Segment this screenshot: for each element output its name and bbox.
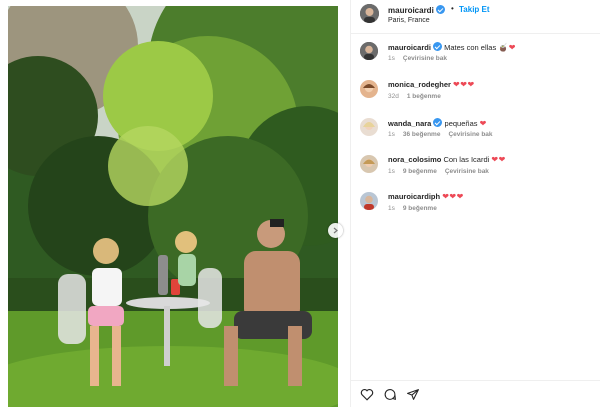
translate-link[interactable]: Çevirisine bak [445, 168, 489, 175]
verified-badge-icon [433, 42, 443, 51]
avatar-image [360, 118, 378, 136]
comment-meta: 32d 1 beğenme [388, 93, 449, 100]
speech-bubble-icon[interactable] [383, 388, 397, 401]
comment-time[interactable]: 1s [388, 55, 395, 62]
comment-avatar[interactable] [360, 42, 378, 60]
follow-button[interactable]: Takip Et [459, 5, 490, 14]
avatar-image [360, 4, 379, 23]
comment-item: monica_rodegher ❤❤❤ 32d 1 beğenme [351, 80, 600, 104]
comment-text: monica_rodegher ❤❤❤ [388, 80, 475, 89]
comment-text: mauroicardiph ❤❤❤ [388, 192, 464, 201]
post-photo[interactable] [8, 6, 338, 407]
comment-meta: 1s 9 beğenme Çevirisine bak [388, 168, 497, 175]
heart-outline-icon[interactable] [360, 388, 374, 401]
comment-time[interactable]: 1s [388, 131, 395, 138]
comment-text: wanda_nara pequeñas ❤ [388, 118, 487, 128]
avatar-image [360, 42, 378, 60]
comment-emoji: ❤❤❤ [453, 80, 475, 89]
comment-avatar[interactable] [360, 80, 378, 98]
post-photo-illustration [8, 6, 338, 407]
comment-emoji: ❤ [479, 119, 487, 128]
comment-emoji: ❤❤❤ [442, 192, 464, 201]
comment-item: mauroicardiph ❤❤❤ 1s 9 beğenme [351, 192, 600, 216]
comment-likes[interactable]: 9 beğenme [403, 168, 437, 175]
avatar-image [360, 192, 378, 210]
comment-username[interactable]: monica_rodegher [388, 80, 451, 89]
comment-meta: 1s 9 beğenme [388, 205, 445, 212]
comment-username[interactable]: wanda_nara [388, 119, 431, 128]
comment-username[interactable]: mauroicardi [388, 43, 431, 52]
comment-time[interactable]: 32d [388, 93, 399, 100]
post-location[interactable]: Paris, France [388, 17, 430, 24]
avatar-image [360, 155, 378, 173]
comment-username[interactable]: nora_colosimo [388, 155, 441, 164]
comment-emoji: ❤❤ [491, 155, 506, 164]
paper-plane-icon[interactable] [406, 388, 420, 401]
next-photo-button[interactable] [328, 223, 343, 238]
comment-time[interactable]: 1s [388, 205, 395, 212]
comment-username[interactable]: mauroicardiph [388, 192, 440, 201]
comment-text: mauroicardi Mates con ellas 🧉❤ [388, 42, 516, 52]
comment-meta: 1s Çevirisine bak [388, 55, 455, 62]
avatar-image [360, 80, 378, 98]
verified-badge-icon [436, 5, 446, 14]
chevron-right-icon [333, 227, 338, 234]
separator-dot: • [451, 4, 454, 13]
comment-avatar[interactable] [360, 155, 378, 173]
comment-time[interactable]: 1s [388, 168, 395, 175]
comment-text: nora_colosimo Con las Icardi ❤❤ [388, 155, 506, 164]
comments-panel: mauroicardi • Takip Et Paris, France mau… [350, 0, 600, 407]
comment-item: wanda_nara pequeñas ❤ 1s 36 beğenme Çeviri… [351, 118, 600, 142]
comment-item: mauroicardi Mates con ellas 🧉❤ 1s Çeviris… [351, 42, 600, 66]
comment-avatar[interactable] [360, 118, 378, 136]
comment-likes[interactable]: 1 beğenme [407, 93, 441, 100]
instagram-post-modal: mauroicardi • Takip Et Paris, France mau… [0, 0, 600, 407]
comment-avatar[interactable] [360, 192, 378, 210]
action-bar [351, 380, 600, 407]
translate-link[interactable]: Çevirisine bak [448, 131, 492, 138]
post-header: mauroicardi • Takip Et Paris, France [351, 0, 600, 34]
avatar[interactable] [360, 4, 379, 23]
comment-likes[interactable]: 36 beğenme [403, 131, 441, 138]
comment-item: nora_colosimo Con las Icardi ❤❤ 1s 9 beğe… [351, 155, 600, 179]
translate-link[interactable]: Çevirisine bak [403, 55, 447, 62]
comment-emoji: 🧉❤ [498, 43, 516, 52]
comment-meta: 1s 36 beğenme Çevirisine bak [388, 131, 501, 138]
post-username[interactable]: mauroicardi [388, 5, 446, 15]
comment-likes[interactable]: 9 beğenme [403, 205, 437, 212]
